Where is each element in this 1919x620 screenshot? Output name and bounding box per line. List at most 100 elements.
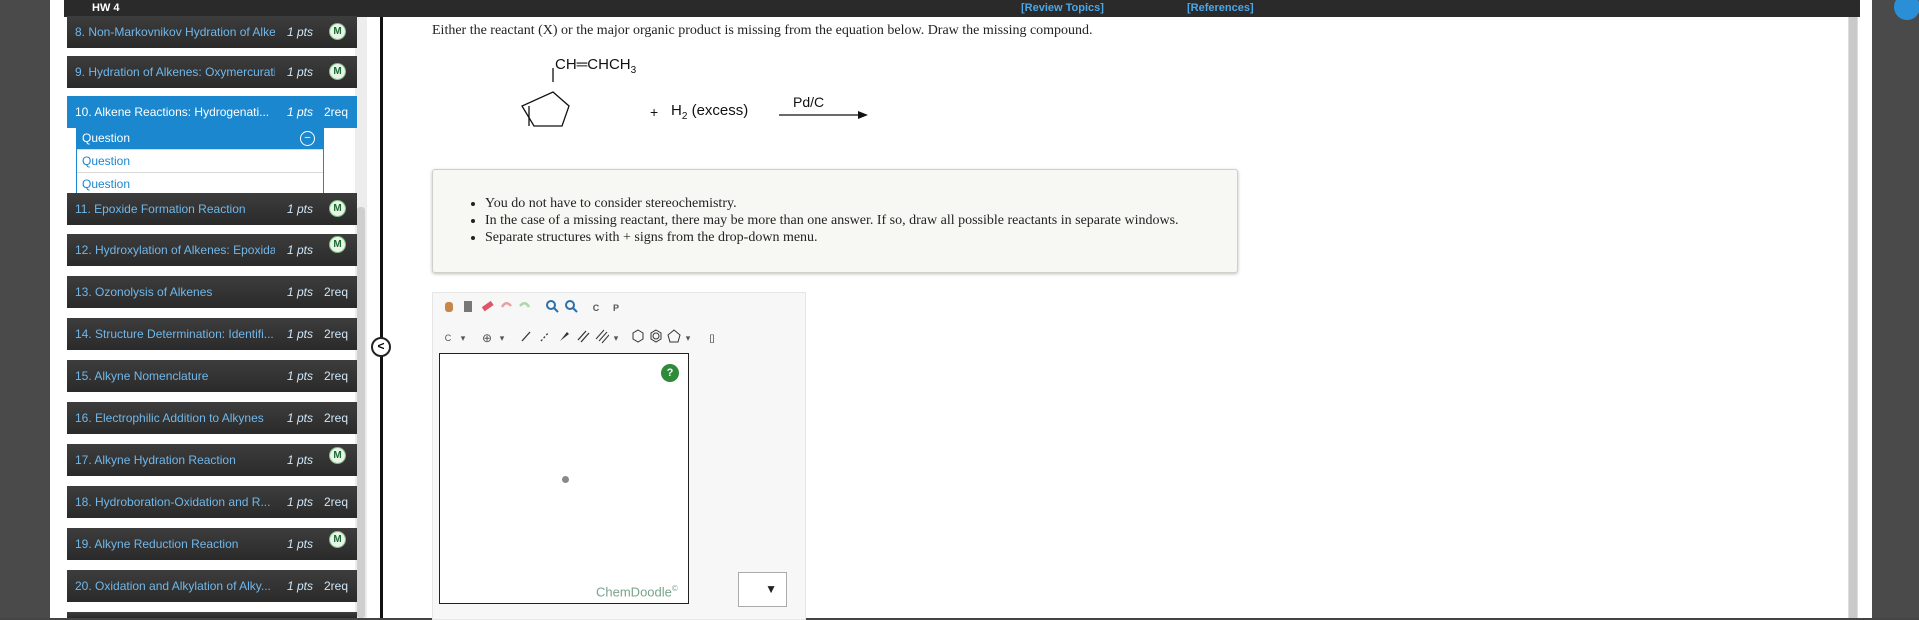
substituent-text: CH═CHCH xyxy=(555,56,631,73)
atom-label-button[interactable]: C xyxy=(441,328,455,348)
nav-item-next[interactable] xyxy=(67,612,357,618)
content-scrollbar-thumb[interactable] xyxy=(1849,17,1857,618)
nav-item-title: 14. Structure Determination: Identifi... xyxy=(75,327,274,341)
content-scrollbar[interactable] xyxy=(1848,17,1858,618)
nav-item-title: 12. Hydroxylation of Alkenes: Epoxida... xyxy=(75,243,275,257)
sub-question-1[interactable]: Question − xyxy=(77,127,323,149)
nav-item-title: 17. Alkyne Hydration Reaction xyxy=(75,453,236,467)
nav-item-points: 1 pts xyxy=(287,105,314,119)
nav-item-title: 13. Ozonolysis of Alkenes xyxy=(75,285,213,299)
mastery-badge-icon: M xyxy=(329,200,346,217)
nav-item-points: 1 pts xyxy=(287,327,314,341)
reagent-text: H xyxy=(671,102,682,119)
question-prompt: Either the reactant (X) or the major org… xyxy=(432,23,1093,38)
watermark-text: ChemDoodle xyxy=(596,584,672,600)
pentagon-ring-icon[interactable] xyxy=(666,328,682,348)
eraser-tool-icon[interactable] xyxy=(479,298,495,318)
nav-item-points: 1 pts xyxy=(287,25,314,39)
hand-tool-icon[interactable] xyxy=(441,298,457,318)
triple-bond-icon[interactable] xyxy=(594,328,610,348)
ring-dropdown-icon[interactable]: ▾ xyxy=(682,328,694,348)
nav-item-title: 9. Hydration of Alkenes: Oxymercurati... xyxy=(75,65,275,79)
nav-item-requirement: 2req xyxy=(324,579,349,593)
instruction-item: You do not have to consider stereochemis… xyxy=(485,195,1179,212)
left-gutter xyxy=(0,0,50,618)
instruction-item: Separate structures with + signs from th… xyxy=(485,229,1179,246)
reagent-subscript: 2 xyxy=(681,111,688,122)
catalyst-label: Pd/C xyxy=(793,94,825,110)
nav-item-title: 8. Non-Markovnikov Hydration of Alke... xyxy=(75,25,275,39)
nav-item-points: 1 pts xyxy=(287,285,314,299)
single-bond-icon[interactable] xyxy=(518,328,534,348)
nav-item-12[interactable]: 12. Hydroxylation of Alkenes: Epoxida...… xyxy=(67,234,357,266)
nav-item-title: 18. Hydroboration-Oxidation and R... xyxy=(75,495,271,509)
sub-question-label: Question xyxy=(82,154,131,168)
mastery-badge-icon: M xyxy=(329,447,346,464)
nav-item-15[interactable]: 15. Alkyne Nomenclature 1 pts 2req xyxy=(67,360,357,392)
nav-item-requirement: 2req xyxy=(324,411,349,425)
help-icon[interactable]: ? xyxy=(661,364,679,382)
sub-question-2[interactable]: Question xyxy=(77,150,323,172)
nav-item-10[interactable]: 10. Alkene Reactions: Hydrogenati... 1 p… xyxy=(67,96,357,128)
nav-item-requirement: 2req xyxy=(324,105,349,119)
mastery-badge-icon: M xyxy=(329,531,346,548)
sub-question-3[interactable]: Question xyxy=(77,173,323,195)
sub-question-list: Question − Question Question xyxy=(76,126,324,196)
nav-item-18[interactable]: 18. Hydroboration-Oxidation and R... 1 p… xyxy=(67,486,357,518)
collapse-minus-icon[interactable]: − xyxy=(300,131,315,146)
nav-item-20[interactable]: 20. Oxidation and Alkylation of Alky... … xyxy=(67,570,357,602)
nav-item-points: 1 pts xyxy=(287,579,314,593)
nav-scrollbar-thumb[interactable] xyxy=(357,207,365,618)
dashed-bond-icon[interactable] xyxy=(537,328,553,348)
plus-sign: + xyxy=(650,104,659,120)
collapse-nav-button[interactable]: < xyxy=(371,337,391,357)
review-topics-link[interactable]: [Review Topics] xyxy=(1021,2,1104,14)
nav-item-requirement: 2req xyxy=(324,327,349,341)
redo-icon[interactable] xyxy=(517,298,533,318)
right-gutter xyxy=(1872,0,1919,618)
zoom-in-icon[interactable] xyxy=(544,298,560,318)
charge-tool-icon[interactable]: ⊕ xyxy=(480,328,494,348)
nav-item-8[interactable]: 8. Non-Markovnikov Hydration of Alke... … xyxy=(67,16,357,48)
sub-question-label: Question xyxy=(82,177,131,191)
watermark-mark: © xyxy=(671,584,678,593)
wedge-bond-icon[interactable] xyxy=(556,328,572,348)
nav-item-17[interactable]: 17. Alkyne Hydration Reaction 1 pts M xyxy=(67,444,357,476)
nav-item-requirement: 2req xyxy=(324,495,349,509)
bond-dropdown-icon[interactable]: ▾ xyxy=(610,328,622,348)
instruction-list: You do not have to consider stereochemis… xyxy=(433,195,1179,246)
instructions-box: You do not have to consider stereochemis… xyxy=(432,169,1238,273)
nav-item-points: 1 pts xyxy=(287,453,314,467)
benzene-ring-icon[interactable] xyxy=(648,328,664,348)
nav-item-16[interactable]: 16. Electrophilic Addition to Alkynes 1 … xyxy=(67,402,357,434)
nav-item-points: 1 pts xyxy=(287,411,314,425)
nav-item-points: 1 pts xyxy=(287,537,314,551)
chemdoodle-watermark: ChemDoodle© xyxy=(596,584,678,599)
charge-dropdown-icon[interactable]: ▾ xyxy=(496,328,508,348)
nav-item-14[interactable]: 14. Structure Determination: Identifi...… xyxy=(67,318,357,350)
bracket-tool-button[interactable]: [] xyxy=(704,328,720,348)
mastery-badge-icon: M xyxy=(329,236,346,253)
clean-tool-button[interactable]: C xyxy=(588,298,604,318)
hexagon-ring-icon[interactable] xyxy=(630,328,646,348)
dropdown-arrow-icon: ▼ xyxy=(765,582,777,596)
clear-tool-icon[interactable] xyxy=(460,298,476,318)
nav-item-9[interactable]: 9. Hydration of Alkenes: Oxymercurati...… xyxy=(67,56,357,88)
nav-item-19[interactable]: 19. Alkyne Reduction Reaction 1 pts M xyxy=(67,528,357,560)
zoom-out-icon[interactable] xyxy=(563,298,579,318)
nav-item-requirement: 2req xyxy=(324,285,349,299)
nav-item-13[interactable]: 13. Ozonolysis of Alkenes 1 pts 2req xyxy=(67,276,357,308)
nav-item-title: 16. Electrophilic Addition to Alkynes xyxy=(75,411,264,425)
references-link[interactable]: [References] xyxy=(1187,2,1254,14)
nav-item-11[interactable]: 11. Epoxide Formation Reaction 1 pts M xyxy=(67,193,357,225)
undo-icon[interactable] xyxy=(498,298,514,318)
plus-sign-dropdown[interactable]: ▼ xyxy=(738,572,787,607)
support-icon[interactable] xyxy=(1894,0,1919,20)
perspective-tool-button[interactable]: P xyxy=(608,298,624,318)
substituent-label: CH═CHCH3 xyxy=(555,56,636,76)
atom-dropdown-icon[interactable]: ▾ xyxy=(457,328,469,348)
nav-item-points: 1 pts xyxy=(287,65,314,79)
nav-item-points: 1 pts xyxy=(287,243,314,257)
double-bond-icon[interactable] xyxy=(575,328,591,348)
nav-item-points: 1 pts xyxy=(287,369,314,383)
